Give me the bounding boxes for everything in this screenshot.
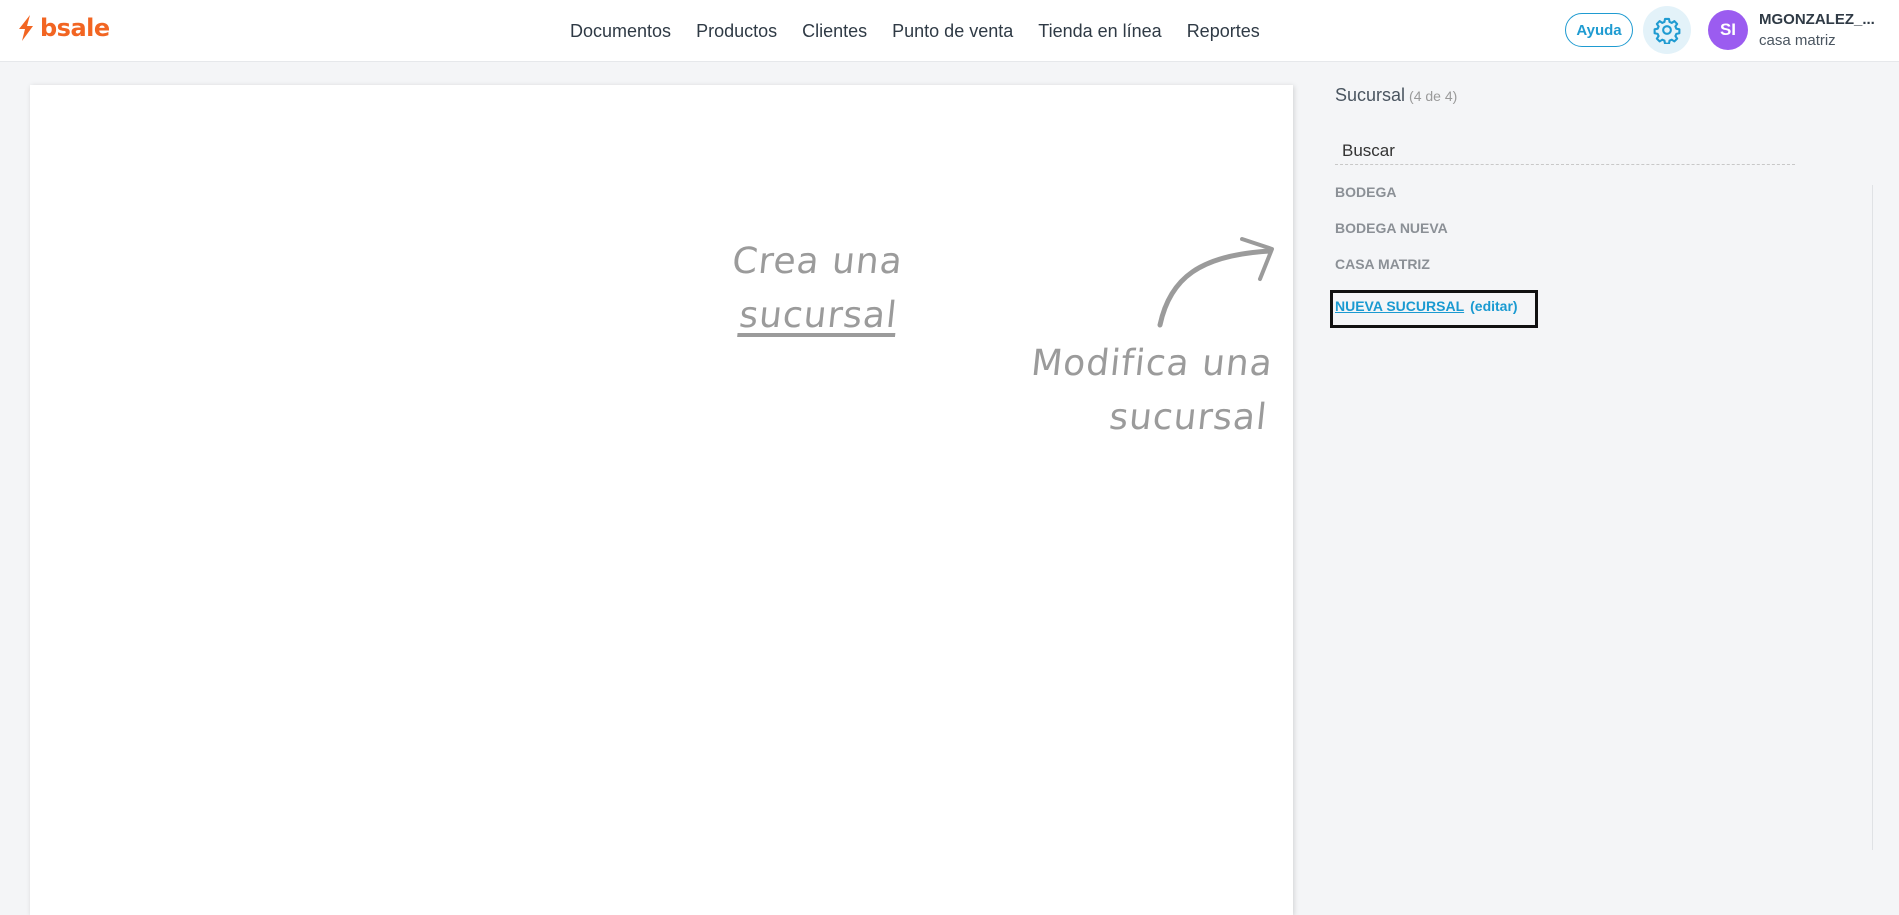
modify-hint-line2: sucursal [1107, 397, 1270, 438]
panel-scrollbar[interactable] [1872, 185, 1873, 850]
branch-search-input[interactable] [1335, 137, 1795, 165]
nav-productos[interactable]: Productos [696, 21, 777, 42]
branch-name-link[interactable]: NUEVA SUCURSAL [1335, 298, 1464, 314]
bsale-logo[interactable]: bsale [16, 14, 110, 42]
branch-item-bodega[interactable]: BODEGA [1335, 182, 1543, 218]
settings-button[interactable] [1643, 6, 1691, 54]
nav-documentos[interactable]: Documentos [570, 21, 671, 42]
top-navbar: bsale Documentos Productos Clientes Punt… [0, 0, 1899, 62]
user-name[interactable]: MGONZALEZ_... [1759, 11, 1875, 28]
nav-reportes[interactable]: Reportes [1187, 21, 1260, 42]
bsale-bolt-icon [19, 15, 33, 41]
create-hint-line1: Crea una [730, 241, 906, 282]
brand-name: bsale [40, 14, 110, 42]
user-avatar[interactable]: SI [1708, 10, 1748, 50]
create-hint-line2: sucursal [737, 295, 900, 336]
branch-item-nueva-sucursal[interactable]: NUEVA SUCURSAL (editar) [1330, 290, 1538, 328]
curved-arrow-icon [1157, 237, 1274, 328]
branch-list: BODEGA BODEGA NUEVA CASA MATRIZ NUEVA SU… [1330, 182, 1543, 328]
branch-panel: Sucursal(4 de 4) BODEGA BODEGA NUEVA CAS… [1330, 85, 1795, 328]
help-button[interactable]: Ayuda [1565, 13, 1633, 47]
nav-clientes[interactable]: Clientes [802, 21, 867, 42]
panel-title-text: Sucursal [1335, 85, 1406, 105]
main-nav: Documentos Productos Clientes Punto de v… [570, 0, 1285, 62]
modify-hint-line1: Modifica una [1029, 343, 1276, 384]
branch-canvas: Crea una sucursal Modifica una sucursal [30, 85, 1293, 915]
gear-icon [1653, 17, 1681, 44]
modify-branch-hint: Modifica una sucursal [984, 337, 1275, 445]
edit-branch-link[interactable]: (editar) [1470, 298, 1517, 314]
branch-count: (4 de 4) [1409, 88, 1458, 104]
panel-title: Sucursal (4 de 4) [1335, 85, 1795, 113]
user-branch: casa matriz [1759, 32, 1836, 49]
create-branch-hint[interactable]: Crea una sucursal [684, 235, 905, 343]
branch-item-casa-matriz[interactable]: CASA MATRIZ [1335, 254, 1543, 290]
branch-item-bodega-nueva[interactable]: BODEGA NUEVA [1335, 218, 1543, 254]
nav-punto-de-venta[interactable]: Punto de venta [892, 21, 1013, 42]
nav-tienda-en-linea[interactable]: Tienda en línea [1038, 21, 1161, 42]
